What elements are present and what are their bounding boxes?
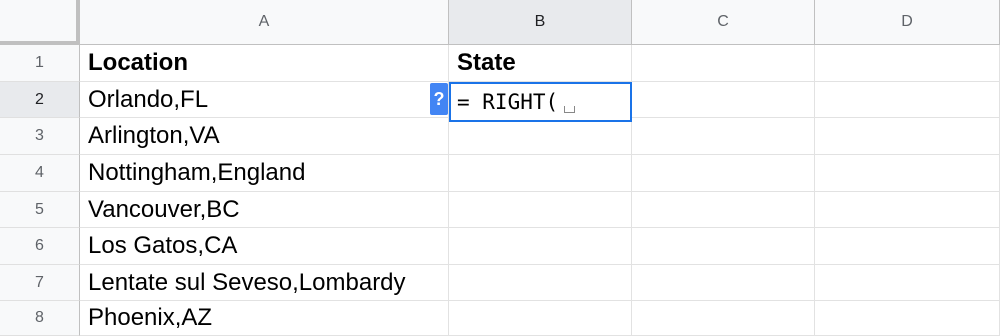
cell-a6[interactable]: Los Gatos,CA [80,228,449,265]
cell-d4[interactable] [815,155,1000,192]
cell-a8[interactable]: Phoenix,AZ [80,301,449,336]
formula-text: = RIGHT( [457,90,559,114]
row-header-3[interactable]: 3 [0,118,80,155]
cell-d8[interactable] [815,301,1000,336]
cell-a1[interactable]: Location [80,45,449,82]
cell-c7[interactable] [632,265,815,301]
cell-c2[interactable] [632,82,815,118]
cell-d3[interactable] [815,118,1000,155]
cell-b1[interactable]: State [449,45,632,82]
select-all-corner[interactable] [0,0,80,45]
cell-c1[interactable] [632,45,815,82]
cell-b5[interactable] [449,192,632,228]
argument-placeholder-icon [564,105,576,113]
cell-d7[interactable] [815,265,1000,301]
column-header-a[interactable]: A [80,0,449,45]
cell-b7[interactable] [449,265,632,301]
cell-b4[interactable] [449,155,632,192]
cell-a4[interactable]: Nottingham,England [80,155,449,192]
cell-a2[interactable]: Orlando,FL [80,82,449,118]
spreadsheet-grid: A B C D 1 2 3 4 5 6 7 8 Location Orlando… [0,0,1000,336]
cell-b3[interactable] [449,118,632,155]
cell-b8[interactable] [449,301,632,336]
cell-a5[interactable]: Vancouver,BC [80,192,449,228]
cell-a3[interactable]: Arlington,VA [80,118,449,155]
cell-c5[interactable] [632,192,815,228]
cell-d5[interactable] [815,192,1000,228]
column-header-c[interactable]: C [632,0,815,45]
row-header-7[interactable]: 7 [0,265,80,301]
row-header-1[interactable]: 1 [0,45,80,82]
cell-d6[interactable] [815,228,1000,265]
row-header-8[interactable]: 8 [0,301,80,336]
row-header-2[interactable]: 2 [0,82,80,118]
cell-d2[interactable] [815,82,1000,118]
cell-a7[interactable]: Lentate sul Seveso,Lombardy [80,265,449,301]
cell-d1[interactable] [815,45,1000,82]
cell-c6[interactable] [632,228,815,265]
cell-c4[interactable] [632,155,815,192]
formula-editor-cell-b2[interactable]: = RIGHT( [449,82,632,122]
cell-c3[interactable] [632,118,815,155]
row-header-5[interactable]: 5 [0,192,80,228]
column-header-b[interactable]: B [449,0,632,45]
formula-help-icon[interactable]: ? [430,83,448,115]
row-header-4[interactable]: 4 [0,155,80,192]
cell-c8[interactable] [632,301,815,336]
column-header-d[interactable]: D [815,0,1000,45]
row-header-6[interactable]: 6 [0,228,80,265]
cell-b6[interactable] [449,228,632,265]
